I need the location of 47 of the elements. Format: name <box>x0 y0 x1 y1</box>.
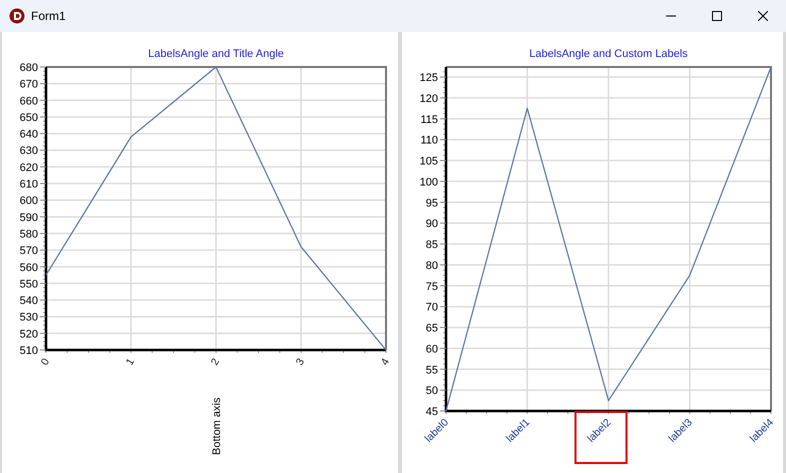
axis-label: 60 <box>426 343 438 356</box>
axis-label: 640 <box>20 128 38 141</box>
axis-label: 620 <box>20 162 38 174</box>
axis-label: 125 <box>420 72 438 84</box>
axis-label: 65 <box>426 322 438 334</box>
axis-label: 660 <box>20 95 38 108</box>
axis-label: 590 <box>20 212 38 224</box>
axis-label: 105 <box>420 156 438 168</box>
chart-title: LabelsAngle and Custom Labels <box>529 48 688 60</box>
axis-label: 90 <box>426 218 438 230</box>
axis-label: 0 <box>38 356 52 368</box>
axis-label: 115 <box>420 114 438 126</box>
axis-label: 75 <box>426 280 438 293</box>
axis-label: 610 <box>20 178 38 191</box>
axis-label: 670 <box>20 78 38 91</box>
axis-label: 600 <box>20 195 38 208</box>
axis-title: Bottom axis <box>211 398 223 455</box>
axis-label: 650 <box>20 112 38 124</box>
axis-label: 550 <box>20 278 38 290</box>
axis-label: 570 <box>20 245 38 258</box>
axis-label: 520 <box>20 328 38 340</box>
axis-label: 80 <box>426 260 438 272</box>
axis-label: 1 <box>124 356 138 368</box>
axis-label: 560 <box>20 262 38 274</box>
axis-label: 120 <box>420 92 438 105</box>
maximize-icon <box>712 11 722 21</box>
axis-label: 530 <box>20 312 38 324</box>
axis-label: 2 <box>208 356 222 368</box>
axis-label: 45 <box>426 406 438 418</box>
axis-label: 50 <box>426 385 438 398</box>
close-icon <box>758 11 768 21</box>
axis-label: 70 <box>426 302 438 314</box>
axis-label: 110 <box>420 134 438 147</box>
app-logo-icon <box>9 8 25 24</box>
axis-label: 4 <box>378 356 392 368</box>
axis-label: 95 <box>426 197 438 210</box>
axis-label: 3 <box>294 356 308 368</box>
axis-label: 510 <box>20 345 38 357</box>
axis-label: 55 <box>426 364 438 376</box>
axis-label: 680 <box>20 62 38 74</box>
axis-label: 630 <box>20 145 38 158</box>
axis-label: 85 <box>426 239 438 251</box>
chart-title: LabelsAngle and Title Angle <box>148 48 284 60</box>
axis-label: 540 <box>20 295 38 308</box>
window-title: Form1 <box>31 9 67 23</box>
axis-label: 100 <box>420 176 438 188</box>
axis-label: 580 <box>20 228 38 240</box>
